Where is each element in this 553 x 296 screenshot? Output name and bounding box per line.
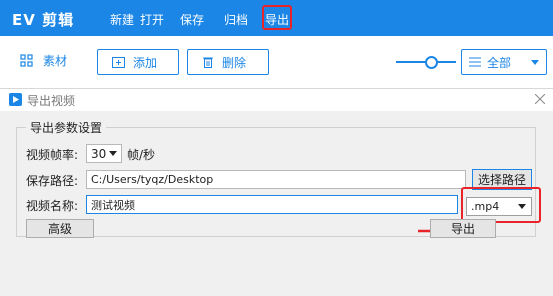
fps-value: 30	[91, 146, 107, 161]
close-icon[interactable]	[533, 92, 547, 106]
material-tab[interactable]: 素材	[20, 52, 67, 69]
filter-select-value: 全部	[487, 55, 512, 70]
fps-label: 视频帧率:	[26, 148, 79, 162]
export-dialog: 导出视频 导出参数设置 视频帧率: 30 帧/秒 保存路径: C:/Users/…	[0, 88, 553, 296]
name-label: 视频名称:	[26, 199, 79, 213]
list-icon	[469, 57, 481, 67]
filter-select[interactable]: 全部	[461, 49, 547, 75]
video-name-value: 测试视频	[91, 198, 135, 212]
dialog-titlebar: 导出视频	[0, 89, 553, 111]
add-icon	[112, 56, 125, 68]
delete-button-label: 删除	[222, 55, 247, 70]
delete-button[interactable]: 删除	[187, 49, 269, 75]
path-input[interactable]: C:/Users/tyqz/Desktop	[86, 170, 466, 189]
export-button[interactable]: 导出	[430, 219, 496, 238]
toolbar: 素材 添加 删除 全部	[0, 36, 553, 89]
add-button[interactable]: 添加	[97, 49, 179, 75]
video-name-input[interactable]: 测试视频	[86, 195, 458, 214]
app-header: EV 剪辑 新建 打开 保存 归档 导出	[0, 0, 553, 36]
trash-icon	[203, 57, 213, 68]
menu-open[interactable]: 打开	[140, 11, 164, 28]
path-value: C:/Users/tyqz/Desktop	[91, 173, 214, 186]
menu-archive[interactable]: 归档	[224, 11, 248, 28]
material-tab-label: 素材	[43, 54, 68, 68]
advanced-button[interactable]: 高级	[26, 219, 94, 238]
fps-select[interactable]: 30	[86, 144, 122, 163]
dialog-title: 导出视频	[27, 94, 76, 108]
app-title: EV 剪辑	[12, 11, 75, 29]
chevron-down-icon	[531, 59, 539, 65]
zoom-slider-thumb[interactable]	[425, 56, 438, 69]
group-title: 导出参数设置	[26, 119, 107, 136]
app-logo-icon	[9, 93, 22, 106]
format-highlight	[461, 187, 541, 223]
path-label: 保存路径:	[26, 174, 79, 188]
grid-icon	[20, 54, 33, 67]
menu-new[interactable]: 新建	[110, 11, 134, 28]
export-menu-highlight	[262, 5, 292, 30]
fps-unit: 帧/秒	[127, 148, 156, 162]
menu-save[interactable]: 保存	[180, 11, 204, 28]
add-button-label: 添加	[133, 55, 158, 70]
chevron-down-icon	[109, 151, 117, 156]
